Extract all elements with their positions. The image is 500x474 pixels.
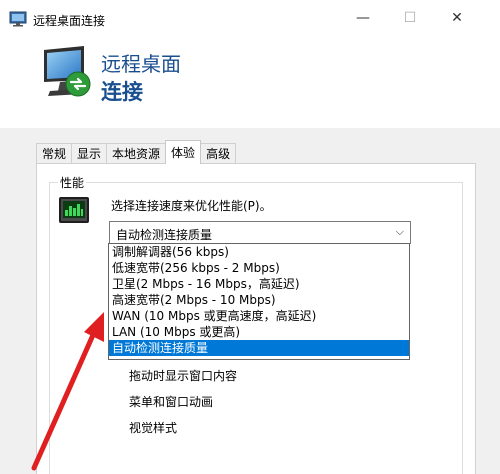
close-button[interactable]: ✕ xyxy=(434,0,480,36)
tab-advanced[interactable]: 高级 xyxy=(200,143,237,164)
performance-monitor-screen xyxy=(63,201,85,218)
dropdown-option-auto-detect[interactable]: 自动检测连接质量 xyxy=(109,340,409,356)
dialog-header: 远程桌面 连接 xyxy=(0,36,500,128)
tab-local-resources[interactable]: 本地资源 xyxy=(106,143,167,164)
remote-desktop-icon xyxy=(9,11,27,27)
header-title-line2: 连接 xyxy=(101,80,143,104)
dropdown-option-high-broadband[interactable]: 高速宽带(2 Mbps - 10 Mbps) xyxy=(109,292,409,308)
maximize-icon: ☐ xyxy=(403,10,417,26)
dropdown-option-low-broadband[interactable]: 低速宽带(256 kbps - 2 Mbps) xyxy=(109,260,409,276)
performance-group-title: 性能 xyxy=(58,174,87,191)
dropdown-option-satellite[interactable]: 卫星(2 Mbps - 16 Mbps，高延迟) xyxy=(109,276,409,292)
tab-general[interactable]: 常规 xyxy=(36,143,73,164)
connection-speed-dropdown: 调制解调器(56 kbps) 低速宽带(256 kbps - 2 Mbps) 卫… xyxy=(108,243,410,360)
minimize-button[interactable]: — xyxy=(340,0,386,36)
connection-speed-label: 选择连接速度来优化性能(P)。 xyxy=(111,199,272,213)
chevron-down-icon[interactable]: ⌵ xyxy=(396,225,404,239)
minimize-icon: — xyxy=(356,10,370,26)
dropdown-option-modem[interactable]: 调制解调器(56 kbps) xyxy=(109,244,409,260)
close-icon: ✕ xyxy=(451,10,463,26)
setting-show-window-contents: 拖动时显示窗口内容 xyxy=(129,369,238,383)
tab-strip: 常规 显示 本地资源 体验 高级 xyxy=(36,140,237,164)
window-title: 远程桌面连接 xyxy=(33,14,106,28)
performance-monitor-icon xyxy=(59,197,89,223)
remote-desktop-large-icon xyxy=(44,46,91,97)
connection-speed-select[interactable]: 自动检测连接质量 ⌵ xyxy=(109,221,411,244)
connection-speed-value: 自动检测连接质量 xyxy=(116,228,213,242)
dropdown-option-lan[interactable]: LAN (10 Mbps 或更高) xyxy=(109,324,409,340)
dropdown-option-wan[interactable]: WAN (10 Mbps 或更高速度，高延迟) xyxy=(109,308,409,324)
tab-display[interactable]: 显示 xyxy=(71,143,108,164)
maximize-button[interactable]: ☐ xyxy=(387,0,433,36)
setting-menu-animation: 菜单和窗口动画 xyxy=(129,395,214,409)
title-bar: 远程桌面连接 — ☐ ✕ xyxy=(0,0,500,36)
setting-visual-styles: 视觉样式 xyxy=(129,421,178,435)
tab-experience[interactable]: 体验 xyxy=(165,140,202,164)
header-title-line1: 远程桌面 xyxy=(101,52,181,76)
